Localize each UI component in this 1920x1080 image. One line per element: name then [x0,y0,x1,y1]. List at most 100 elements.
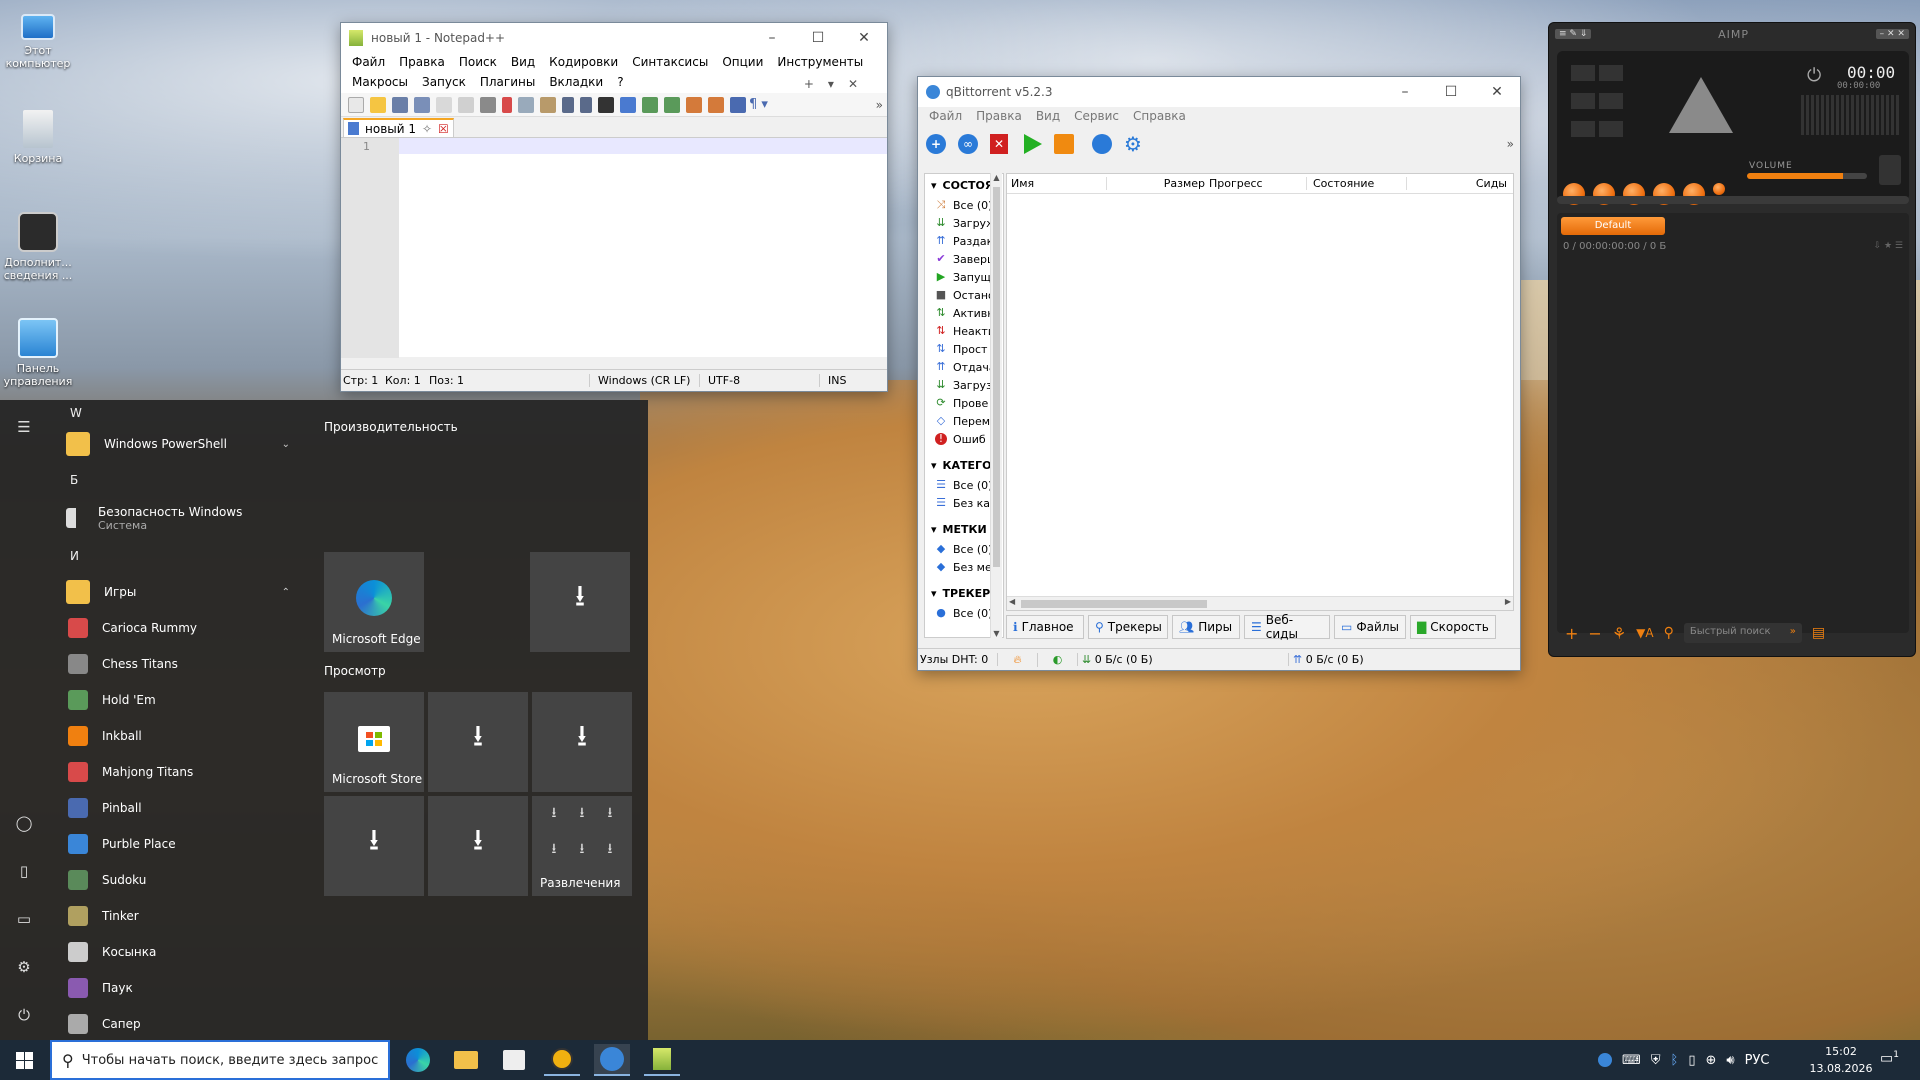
tab-general[interactable]: ℹ Главное [1006,615,1084,639]
menu-item[interactable]: Кодировки [542,53,625,73]
tile-microsoft-edge[interactable]: Microsoft Edge [324,552,424,652]
app-game-8[interactable]: Tinker [54,898,304,934]
zoom-out-icon[interactable] [664,96,680,113]
column-state[interactable]: Состояние [1307,177,1407,190]
save-all-icon[interactable] [414,96,430,113]
close-button[interactable]: ✕ [1474,77,1520,107]
app-games-folder[interactable]: Игры ⌃ [54,574,304,610]
open-button[interactable] [1713,183,1725,195]
quick-search-input[interactable]: Быстрый поиск» [1683,623,1802,643]
menu-item[interactable]: Правка [969,107,1029,127]
maximize-button[interactable]: ☐ [795,23,841,53]
volume-slider[interactable] [1747,173,1867,179]
tab-speed[interactable]: ▇ Скорость [1410,615,1496,639]
firewall-icon[interactable]: 🔥︎ [998,652,1038,667]
taskbar-qbittorrent[interactable] [594,1044,630,1076]
app-game-7[interactable]: Sudoku [54,862,304,898]
hamburger-icon[interactable]: ☰ [14,418,34,438]
tile-download-placeholder[interactable]: ⭳ [428,692,528,792]
desktop-icon-this-pc[interactable]: Этот компьютер [0,8,76,70]
clock[interactable]: 15:02 13.08.2026 [1806,1043,1876,1077]
speed-limit-icon[interactable]: ◐ [1038,653,1078,666]
playlist-icons[interactable]: ⇩ ★ ☰ [1874,241,1903,251]
minimize-button[interactable]: – [1382,77,1428,107]
app-game-3[interactable]: Inkball [54,718,304,754]
app-game-9[interactable]: Косынка [54,934,304,970]
tile-microsoft-store[interactable]: Microsoft Store [324,692,424,792]
aimp-side-buttons[interactable] [1571,65,1623,145]
letter-header[interactable]: W [54,400,304,426]
power-icon[interactable]: ⏻ [1807,65,1821,86]
cut-icon[interactable] [502,96,512,113]
qbittorrent-titlebar[interactable]: qBittorrent v5.2.3 – ☐ ✕ [918,77,1520,107]
sort-icon[interactable]: ▼A [1636,626,1653,640]
remove-icon[interactable]: − [1588,624,1601,643]
tab-trackers[interactable]: ⚲ Трекеры [1088,615,1168,639]
wrap-icon[interactable] [730,96,746,113]
column-size[interactable]: Размер [1107,177,1207,190]
taskbar-file-explorer[interactable] [448,1044,484,1076]
taskbar-search-box[interactable]: ⚲ Чтобы начать поиск, введите здесь запр… [50,1040,390,1080]
seek-bar[interactable] [1557,196,1909,204]
paste-icon[interactable] [540,96,556,113]
add-torrent-icon[interactable]: + [926,134,946,154]
tile-download-placeholder[interactable]: ⭳ [324,796,424,896]
tab-peers[interactable]: 👥︎ Пиры [1172,615,1240,639]
redo-icon[interactable] [580,96,592,113]
zoom-in-icon[interactable] [642,96,658,113]
volume-icon[interactable]: 🔊︎ [1726,1053,1734,1068]
show-symbols-icon[interactable]: ¶ ▾ [749,97,768,112]
letter-header[interactable]: И [54,538,304,574]
pause-icon[interactable] [1054,134,1074,154]
horizontal-scrollbar[interactable]: ◀ ▶ [1007,596,1513,610]
menu-item[interactable]: Сервис [1067,107,1126,127]
user-icon[interactable]: ◯ [14,814,34,834]
menu-item[interactable]: Справка [1126,107,1193,127]
start-button[interactable] [6,1044,42,1076]
replace-icon[interactable] [620,96,636,113]
desktop-icon-recycle-bin[interactable]: Корзина [0,110,76,165]
app-game-5[interactable]: Pinball [54,790,304,826]
aimp-titlebar[interactable]: ≡ ✎ ⇓ AIMP – ✕ ✕ [1549,23,1915,45]
add-link-icon[interactable]: ∞ [958,134,978,154]
app-game-4[interactable]: Mahjong Titans [54,754,304,790]
menu-item[interactable]: Файл [345,53,392,73]
taskbar-notepadpp[interactable] [644,1044,680,1076]
minimize-button[interactable]: – [749,23,795,53]
power-icon[interactable]: ⏻ [14,1006,34,1026]
close-tab-icon[interactable]: ☒ [438,122,449,136]
menu-item[interactable]: Синтаксисы [625,53,715,73]
save-icon[interactable] [392,96,408,113]
tab-new-1[interactable]: новый 1 ✧ ☒ [343,118,454,137]
undo-icon[interactable] [562,96,574,113]
menu-item[interactable]: Правка [392,53,452,73]
taskbar-aimp[interactable] [544,1044,580,1076]
app-windows-powershell[interactable]: Windows PowerShell ⌄ [54,426,304,462]
tab-controls[interactable]: +▾✕ [797,75,879,93]
start-icon[interactable] [1024,134,1042,154]
keyboard-icon[interactable]: ⌨ [1622,1053,1641,1068]
close-file-icon[interactable] [436,96,452,113]
taskbar-store[interactable] [496,1044,532,1076]
editor-area[interactable]: 1 [341,137,887,358]
column-progress[interactable]: Прогресс [1207,177,1307,190]
playlist-tab-default[interactable]: Default [1561,217,1665,235]
tile-entertainment-folder[interactable]: ⭳ ⭳ ⭳ ⭳ ⭳ ⭳ Развлечения [532,796,632,896]
upload-speed[interactable]: ⇈ 0 Б/с (0 Б) [1288,653,1364,666]
notepadpp-titlebar[interactable]: новый 1 - Notepad++ – ☐ ✕ [341,23,887,53]
menu-item[interactable]: ? [610,73,630,93]
menu-item[interactable]: Макросы [345,73,415,93]
sync-v-icon[interactable] [686,96,702,113]
aimp-eq-button[interactable] [1879,155,1901,185]
taskbar-edge[interactable] [400,1044,436,1076]
pictures-icon[interactable]: ▭ [14,910,34,930]
download-speed[interactable]: ⇊ 0 Б/с (0 Б) [1078,653,1288,666]
copy-icon[interactable] [518,96,534,113]
menu-item[interactable]: Поиск [452,53,504,73]
menu-item[interactable]: Файл [922,107,969,127]
toolbar-overflow-icon[interactable]: » [876,98,883,112]
new-file-icon[interactable] [348,96,364,113]
close-button[interactable]: ✕ [841,23,887,53]
pin-icon[interactable]: ✧ [422,122,432,136]
network-icon[interactable]: ⊕ [1706,1053,1717,1068]
